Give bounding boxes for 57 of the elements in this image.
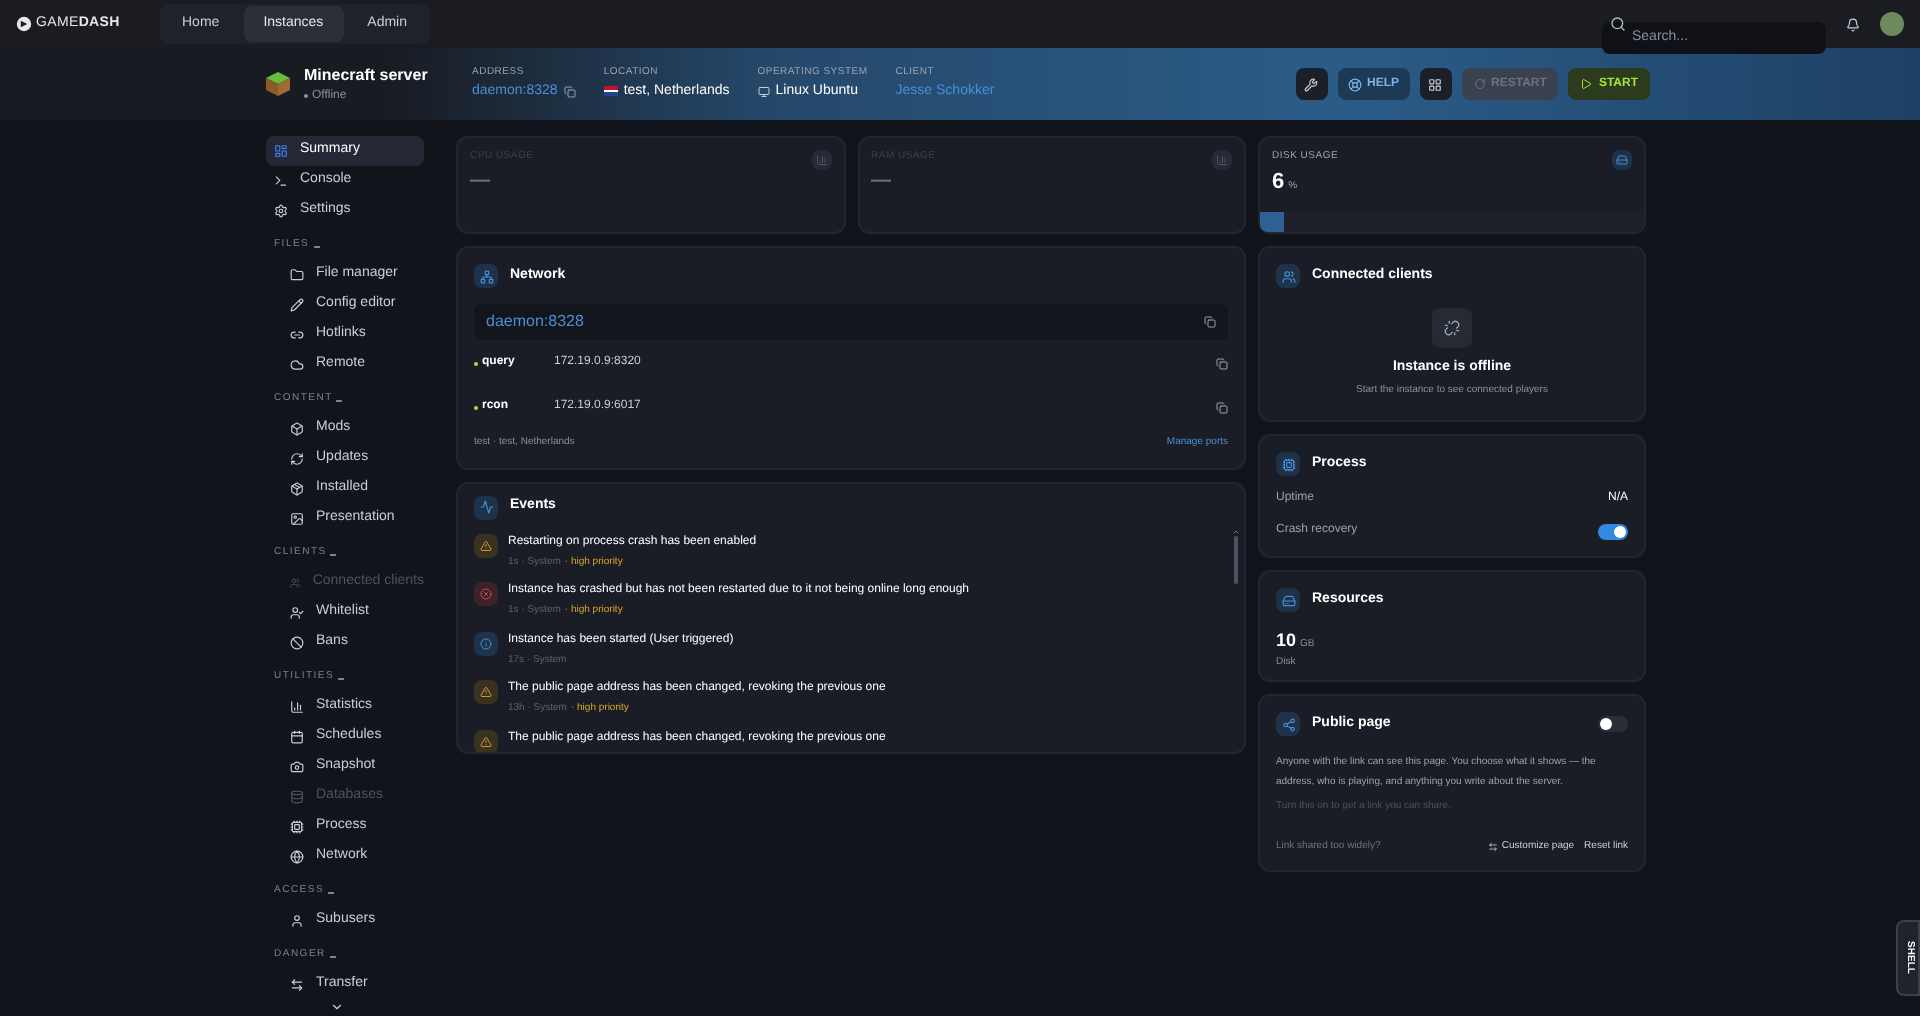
copy-icon[interactable] — [1216, 401, 1228, 413]
menu-icon — [290, 636, 304, 650]
menu-icon — [290, 700, 304, 714]
menu-icon — [290, 730, 304, 744]
scroll-more-icon[interactable] — [330, 1000, 344, 1014]
menu-icon — [290, 422, 304, 436]
users-icon — [1276, 264, 1300, 288]
tool-button[interactable] — [1295, 68, 1328, 100]
flag-icon — [603, 86, 618, 97]
menu-icon — [290, 760, 304, 774]
menu-icon — [290, 512, 304, 526]
grass-block-icon — [266, 72, 290, 96]
notification-icon[interactable] — [1846, 17, 1860, 31]
activity-icon — [474, 495, 498, 519]
lifebuoy-icon — [1347, 77, 1362, 91]
menu-icon — [290, 606, 304, 620]
menu-icon — [290, 328, 304, 342]
grid-button[interactable] — [1419, 68, 1452, 100]
copy-icon[interactable] — [1204, 316, 1216, 328]
toggle-switch[interactable] — [1598, 716, 1628, 732]
menu-icon — [274, 144, 288, 158]
copy-icon[interactable] — [563, 85, 576, 98]
menu-icon — [290, 298, 304, 312]
logo-icon — [16, 16, 32, 32]
swap-icon — [1487, 841, 1498, 852]
stat-value: 6 — [1272, 167, 1285, 197]
wrench-icon — [1304, 77, 1319, 91]
copy-icon[interactable] — [1216, 357, 1228, 369]
resource-value: 10 — [1276, 628, 1297, 654]
menu-icon — [290, 978, 304, 992]
drive-icon — [1276, 588, 1300, 612]
instance-name: Minecraft server — [304, 63, 430, 87]
menu-icon — [290, 820, 304, 834]
menu-icon — [290, 914, 304, 928]
stat-value: — — [470, 167, 490, 195]
restart-icon — [1473, 78, 1486, 90]
share-icon — [1276, 712, 1300, 736]
os-icon — [757, 85, 770, 98]
menu-icon — [290, 268, 304, 282]
menu-icon — [274, 174, 288, 188]
avatar[interactable] — [1880, 12, 1904, 36]
stat-value: — — [871, 167, 891, 195]
address-field[interactable]: daemon:8328 — [474, 304, 1228, 340]
menu-icon — [290, 790, 304, 804]
menu-icon — [290, 358, 304, 372]
grid-icon — [1428, 77, 1443, 91]
toggle-switch[interactable] — [1598, 523, 1628, 539]
menu-icon — [290, 850, 304, 864]
play-icon — [1580, 78, 1593, 90]
menu-icon — [274, 204, 288, 218]
cpu-icon — [1276, 452, 1300, 476]
menu-icon — [290, 452, 304, 466]
menu-icon — [290, 482, 304, 496]
unlink-icon — [1432, 308, 1472, 348]
search-icon — [1610, 16, 1626, 32]
menu-icon — [290, 576, 301, 590]
network-icon — [474, 264, 498, 288]
